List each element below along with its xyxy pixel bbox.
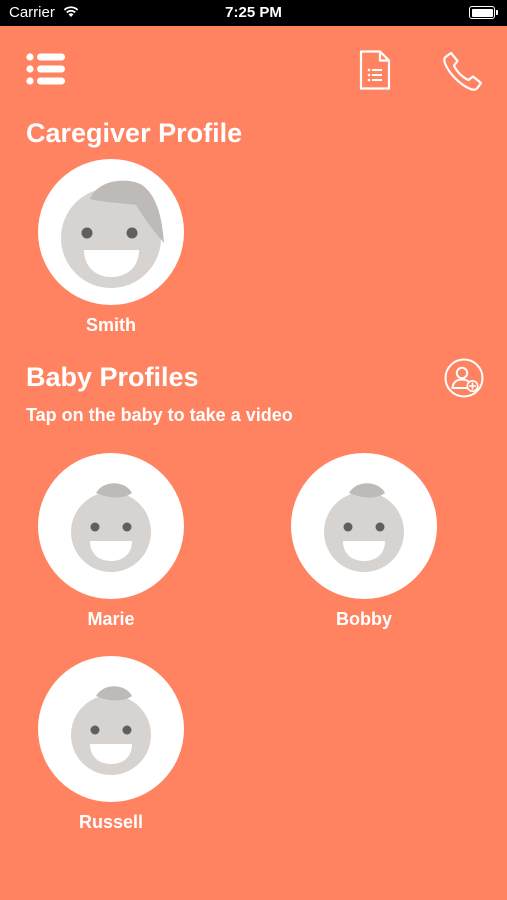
baby-avatar-icon — [324, 483, 404, 572]
caregiver-profile-smith[interactable]: Smith — [36, 159, 186, 336]
profile-name: Marie — [87, 609, 135, 629]
baby-profile-bobby[interactable]: Bobby — [289, 453, 439, 630]
baby-profile-russell[interactable]: Russell — [36, 656, 186, 833]
add-user-icon[interactable] — [444, 358, 484, 398]
caregiver-section-title: Caregiver Profile — [26, 118, 243, 148]
avatar[interactable] — [38, 159, 184, 305]
baby-section-title: Baby Profiles — [26, 362, 199, 392]
profile-name: Bobby — [336, 609, 392, 629]
list-menu-icon[interactable] — [26, 52, 66, 86]
document-list-icon[interactable] — [359, 50, 391, 90]
baby-avatar-icon — [71, 483, 151, 572]
baby-profile-marie[interactable]: Marie — [36, 453, 186, 630]
avatar[interactable] — [38, 656, 184, 802]
adult-avatar-icon — [61, 180, 164, 288]
avatar[interactable] — [291, 453, 437, 599]
profile-name: Russell — [78, 812, 144, 832]
status-bar: Carrier 7:25 PM — [0, 0, 507, 26]
avatar[interactable] — [38, 453, 184, 599]
profile-name: Smith — [85, 315, 136, 335]
clock: 7:25 PM — [225, 4, 282, 21]
phone-icon[interactable] — [442, 50, 484, 92]
baby-section-subtitle: Tap on the baby to take a video — [26, 405, 293, 425]
battery-icon — [469, 6, 498, 19]
baby-avatar-icon — [71, 686, 151, 775]
